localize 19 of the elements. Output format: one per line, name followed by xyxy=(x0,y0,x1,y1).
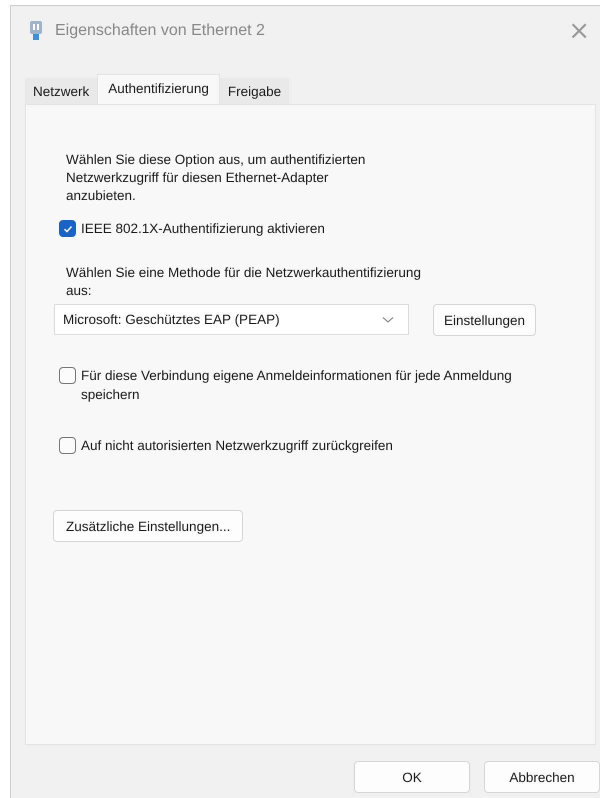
checkbox[interactable] xyxy=(59,367,76,384)
description-text: Wählen Sie diese Option aus, um authentifizierten Netzwerkzugriff für diesen Ethernet-Adapter anzubieten. xyxy=(66,151,366,205)
tab[interactable]: Authentifizierung xyxy=(97,74,220,104)
cancel-button[interactable]: Abbrechen xyxy=(484,761,600,793)
tab[interactable]: Netzwerk xyxy=(25,78,98,104)
checkbox-label: Auf nicht autorisierten Netzwerkzugriff zurückgreifen xyxy=(81,437,393,455)
settings-button[interactable]: Einstellungen xyxy=(433,304,536,336)
window-title: Eigenschaften von Ethernet 2 xyxy=(55,22,265,40)
method-dropdown[interactable]: Microsoft: Geschütztes EAP (PEAP) xyxy=(54,304,409,335)
checkbox[interactable] xyxy=(59,437,76,454)
checkbox-label: Für diese Verbindung eigene Anmeldeinformationen für jede Anmeldung speichern xyxy=(81,367,513,404)
checkbox-label: IEEE 802.1X-Authentifizierung aktivieren xyxy=(81,220,325,238)
method-label: Wählen Sie eine Methode für die Netzwerkauthentifizierung aus: xyxy=(66,264,422,300)
network-adapter-icon xyxy=(29,20,43,42)
tab[interactable]: Freigabe xyxy=(220,78,290,104)
ok-button[interactable]: OK xyxy=(354,761,470,793)
chevron-down-icon xyxy=(382,316,394,324)
checkbox[interactable] xyxy=(59,220,76,237)
additional-settings-button[interactable]: Zusätzliche Einstellungen... xyxy=(53,510,244,542)
